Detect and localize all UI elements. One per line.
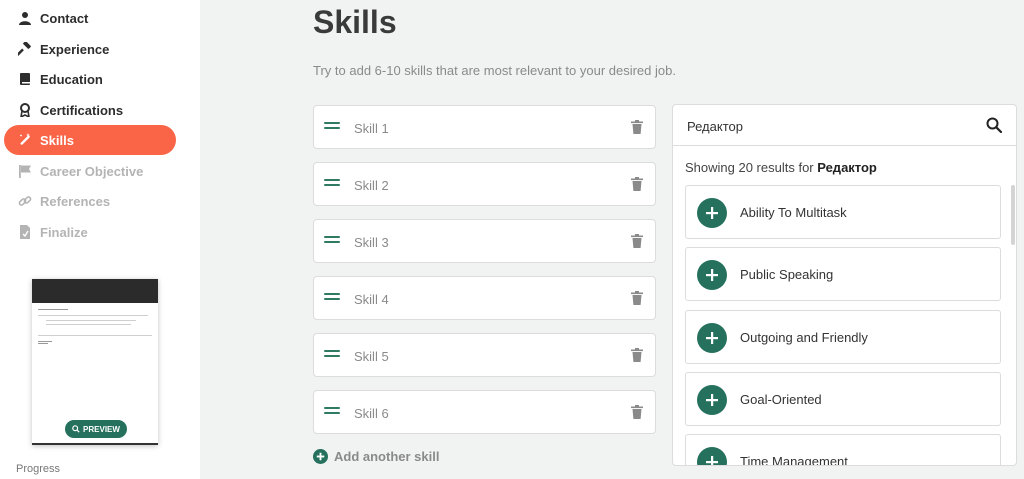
search-icon[interactable] <box>986 117 1002 133</box>
skill-input[interactable] <box>352 401 616 425</box>
drag-handle-icon[interactable] <box>324 293 340 303</box>
magic-wand-icon <box>18 133 32 147</box>
suggestion-item[interactable]: Ability To Multitask <box>685 185 1001 239</box>
sidebar-item-finalize[interactable]: Finalize <box>4 217 176 247</box>
plus-icon[interactable] <box>697 198 727 228</box>
suggestion-label: Outgoing and Friendly <box>740 330 868 345</box>
trash-icon[interactable] <box>631 120 643 134</box>
skill-input[interactable] <box>352 287 616 311</box>
plus-circle-icon <box>313 449 328 464</box>
suggestion-label: Goal-Oriented <box>740 392 822 407</box>
drag-handle-icon[interactable] <box>324 179 340 189</box>
sidebar-item-label: Finalize <box>40 224 88 240</box>
document-icon <box>18 225 32 239</box>
sidebar-item-label: Career Objective <box>40 163 144 179</box>
drag-handle-icon[interactable] <box>324 236 340 246</box>
preview-button[interactable]: PREVIEW <box>65 420 127 438</box>
trash-icon[interactable] <box>631 348 643 362</box>
resume-preview-header <box>32 279 158 303</box>
page-subtitle: Try to add 6-10 skills that are most rel… <box>313 63 676 78</box>
trash-icon[interactable] <box>631 405 643 419</box>
suggestion-label: Public Speaking <box>740 267 834 282</box>
add-skill-button[interactable]: Add another skill <box>313 449 439 464</box>
zoom-icon <box>72 425 80 433</box>
sidebar-item-label: Certifications <box>40 102 124 118</box>
sidebar: Contact Experience Education Certificati… <box>0 0 200 479</box>
link-icon <box>18 194 32 208</box>
award-icon <box>18 103 32 117</box>
search-bar <box>673 105 1016 146</box>
sidebar-item-label: References <box>40 193 111 209</box>
results-scrollbar[interactable] <box>1011 185 1015 245</box>
skill-row <box>313 162 656 206</box>
search-input[interactable] <box>685 114 979 138</box>
suggestion-item[interactable]: Outgoing and Friendly <box>685 310 1001 364</box>
page-title: Skills <box>313 4 397 40</box>
sidebar-item-references[interactable]: References <box>4 186 176 216</box>
suggestion-label: Ability To Multitask <box>740 205 847 220</box>
sidebar-item-label: Contact <box>40 10 89 26</box>
trash-icon[interactable] <box>631 177 643 191</box>
resume-preview-thumbnail[interactable]: PREVIEW <box>32 279 158 445</box>
drag-handle-icon[interactable] <box>324 122 340 132</box>
sidebar-item-education[interactable]: Education <box>4 64 176 94</box>
sidebar-item-career-objective[interactable]: Career Objective <box>4 156 176 186</box>
drag-handle-icon[interactable] <box>324 350 340 360</box>
hammer-icon <box>18 42 32 56</box>
sidebar-item-experience[interactable]: Experience <box>4 34 176 64</box>
sidebar-item-skills[interactable]: Skills <box>4 125 176 155</box>
drag-handle-icon[interactable] <box>324 407 340 417</box>
skill-input[interactable] <box>352 173 616 197</box>
trash-icon[interactable] <box>631 234 643 248</box>
results-count: Showing 20 results for Редактор <box>685 160 877 175</box>
trash-icon[interactable] <box>631 291 643 305</box>
skill-suggestions-panel: Showing 20 results for Редактор Ability … <box>672 104 1017 466</box>
add-skill-label: Add another skill <box>334 449 440 464</box>
preview-button-label: PREVIEW <box>83 424 120 434</box>
sidebar-item-label: Education <box>40 71 103 87</box>
skill-row <box>313 105 656 149</box>
skill-row <box>313 390 656 434</box>
suggestion-label: Time Management <box>740 454 848 466</box>
sidebar-item-contact[interactable]: Contact <box>4 3 176 33</box>
skill-row <box>313 333 656 377</box>
skill-input[interactable] <box>352 116 616 140</box>
results-list[interactable]: Ability To Multitask Public Speaking Out… <box>685 185 1001 466</box>
suggestion-item[interactable]: Public Speaking <box>685 247 1001 301</box>
plus-icon[interactable] <box>697 385 727 415</box>
user-icon <box>18 11 32 25</box>
plus-icon[interactable] <box>697 447 727 465</box>
skill-row <box>313 219 656 263</box>
preview-divider <box>32 443 158 445</box>
sidebar-item-label: Experience <box>40 41 110 57</box>
suggestion-item[interactable]: Time Management <box>685 434 1001 466</box>
plus-icon[interactable] <box>697 260 727 290</box>
plus-icon[interactable] <box>697 323 727 353</box>
sidebar-item-certifications[interactable]: Certifications <box>4 95 176 125</box>
sidebar-item-label: Skills <box>40 132 74 148</box>
skill-row <box>313 276 656 320</box>
book-icon <box>18 72 32 86</box>
skill-input[interactable] <box>352 230 616 254</box>
results-query: Редактор <box>817 160 877 175</box>
suggestion-item[interactable]: Goal-Oriented <box>685 372 1001 426</box>
flag-icon <box>18 164 32 178</box>
progress-label: Progress <box>16 463 61 475</box>
skill-input[interactable] <box>352 344 616 368</box>
